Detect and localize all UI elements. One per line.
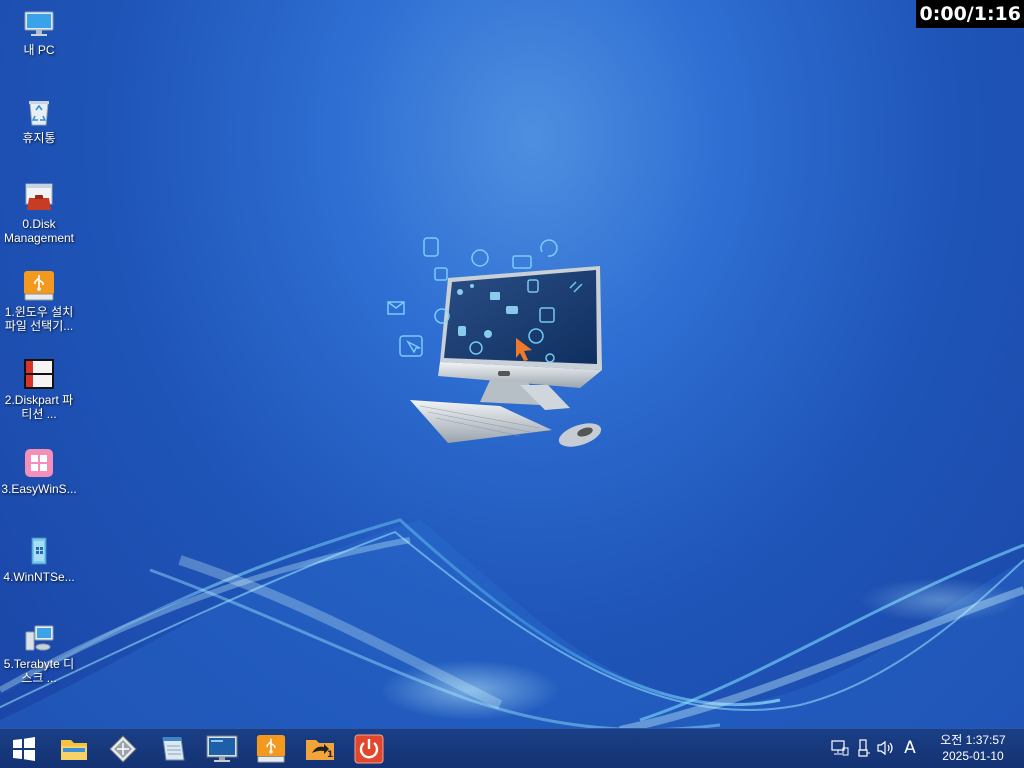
desktop-icon-label: 1.윈도우 설치 파일 선택기...: [4, 305, 74, 333]
terabyte-icon: [23, 622, 55, 654]
svg-text:1: 1: [327, 750, 333, 760]
desktop-icon-windows-installer-selector[interactable]: 1.윈도우 설치 파일 선택기...: [0, 270, 78, 333]
usb-installer-icon: [256, 734, 286, 763]
taskbar-monitor[interactable]: [204, 732, 240, 766]
windows-pink-icon: [23, 447, 55, 479]
desktop-icon-terabyte[interactable]: 5.Terabyte 디스크 ...: [0, 622, 78, 685]
partition-icon: [23, 358, 55, 390]
desktop-icon-label: 2.Diskpart 파티션 ...: [4, 393, 74, 421]
winntsetup-icon: [23, 535, 55, 567]
usb-installer-icon: [23, 270, 55, 302]
toolbox-icon: [23, 182, 55, 214]
system-tray: A 오전 1:37:57 2025-01-10: [824, 729, 1024, 768]
recording-timer: 0:00/1:16: [915, 0, 1024, 28]
start-button-icon: [13, 737, 35, 761]
desktop-icon-disk-management[interactable]: 0.Disk Management: [0, 182, 78, 245]
wallpaper-computer-art: [387, 237, 602, 447]
desktop-icon-diskpart[interactable]: 2.Diskpart 파티션 ...: [0, 358, 78, 421]
network-icon: [831, 740, 849, 756]
taskbar-usb-installer[interactable]: [253, 732, 289, 766]
taskbar-backup[interactable]: 1: [302, 732, 338, 766]
recycle-bin-icon: [23, 96, 55, 128]
power-icon: [354, 734, 384, 764]
taskbar: 1 A 오전 1:37:57 2025-01-10: [0, 728, 1024, 768]
desktop-icon-label: 4.WinNTSe...: [3, 570, 75, 584]
clock-date: 2025-01-10: [942, 749, 1004, 763]
volume-tray[interactable]: [876, 737, 896, 759]
usb-eject-icon: [858, 739, 870, 757]
tray-clock[interactable]: 오전 1:37:57 2025-01-10: [932, 732, 1014, 764]
taskbar-file-explorer[interactable]: [56, 732, 92, 766]
desktop-icon-winntsetup[interactable]: 4.WinNTSe...: [0, 535, 78, 584]
taskbar-disk-tool[interactable]: [105, 732, 141, 766]
desktop-icon-label: 휴지통: [22, 131, 56, 145]
desktop-icon-label: 0.Disk Management: [3, 217, 75, 245]
disk-tool-icon: [109, 735, 137, 763]
desktop-icon-my-pc[interactable]: 내 PC: [0, 8, 78, 57]
desktop-icon-recycle-bin[interactable]: 휴지통: [0, 96, 78, 145]
monitor-icon: [206, 735, 238, 762]
notepad-icon: [162, 737, 185, 761]
usb-tray[interactable]: [854, 737, 874, 759]
file-explorer-icon: [61, 740, 87, 760]
desktop-icon-easywinsetup[interactable]: 3.EasyWinS...: [0, 447, 78, 496]
start-button[interactable]: [6, 732, 42, 766]
clock-time: 오전 1:37:57: [940, 733, 1006, 747]
desktop-icon-label: 3.EasyWinS...: [1, 482, 77, 496]
desktop-icon-label: 내 PC: [23, 43, 55, 57]
backup-icon: 1: [306, 740, 334, 760]
taskbar-power[interactable]: [351, 732, 387, 766]
speaker-icon: [877, 740, 893, 756]
desktop-icon-label: 5.Terabyte 디스크 ...: [3, 657, 75, 685]
computer-icon: [23, 8, 55, 40]
network-tray[interactable]: [830, 737, 850, 759]
input-language-indicator[interactable]: A: [900, 737, 920, 759]
taskbar-notepad[interactable]: [155, 732, 191, 766]
